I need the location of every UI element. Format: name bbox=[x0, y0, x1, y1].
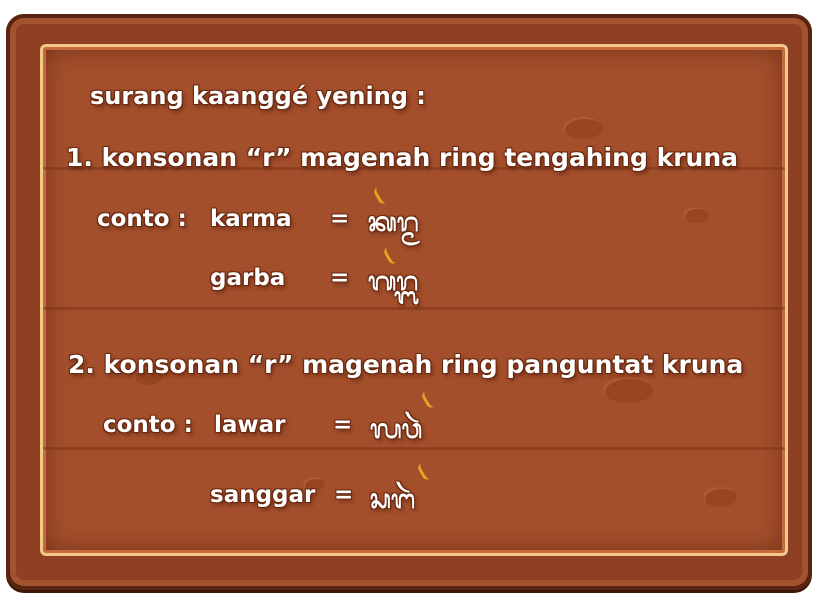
rule-2-example-1-word: lawar bbox=[214, 412, 286, 438]
rule-1-example-1-aksara: ᬓᬭ᭄ᬫ bbox=[368, 208, 419, 238]
rule-2-conto-label: conto : bbox=[103, 412, 193, 438]
surang-accent-mark bbox=[420, 388, 439, 410]
rule-1-example-2-word: garba bbox=[210, 265, 286, 291]
rule-2-example-2-aksara: ᬲᬗᬃ bbox=[370, 485, 416, 515]
rule-2-example-1-equals: = bbox=[333, 412, 353, 438]
rule-2-example-2-equals: = bbox=[334, 482, 354, 508]
rule-1-example-1-equals: = bbox=[330, 206, 350, 232]
text-layer: surang kaanggé yening : 1. konsonan “r” … bbox=[0, 0, 820, 603]
intro-text: surang kaanggé yening : bbox=[90, 82, 426, 110]
rule-2-example-2-word: sanggar bbox=[210, 482, 316, 508]
rule-2-heading: 2. konsonan “r” magenah ring panguntat k… bbox=[68, 350, 744, 379]
rule-1-heading: 1. konsonan “r” magenah ring tengahing k… bbox=[66, 143, 738, 172]
rule-1-example-2-aksara: ᬕᬭ᭄ᬩ bbox=[368, 267, 419, 297]
surang-accent-mark bbox=[416, 460, 435, 482]
rule-1-example-1-word: karma bbox=[210, 206, 292, 232]
rule-1-conto-label: conto : bbox=[97, 206, 187, 232]
rule-1-example-2-equals: = bbox=[330, 265, 350, 291]
rule-2-example-1-aksara: ᬮᬯᬃ bbox=[370, 415, 423, 445]
